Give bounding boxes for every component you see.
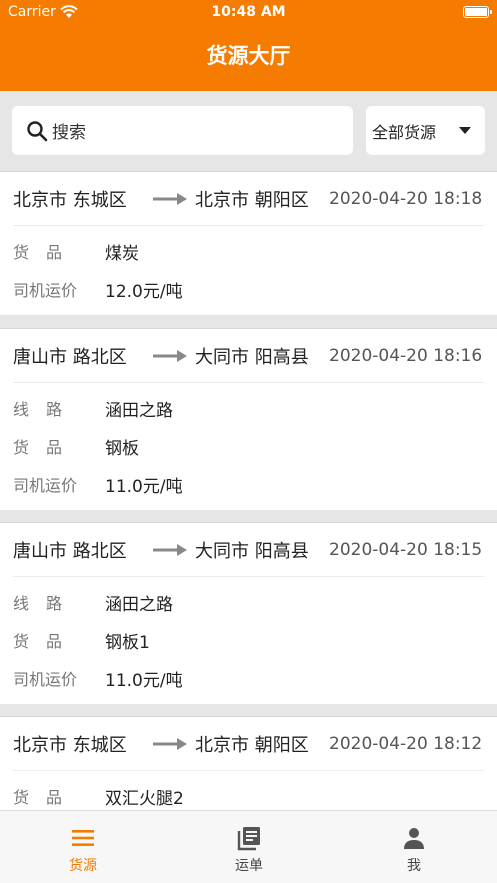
route-origin: 唐山市 路北区: [13, 347, 127, 368]
status-time: 10:48 AM: [211, 4, 286, 20]
info-row: 司机运价 12.0元/吨: [0, 270, 497, 308]
tab-label: 我: [407, 858, 421, 874]
tab-label: 运单: [235, 858, 263, 874]
row-label: 司机运价: [13, 281, 78, 300]
person-icon: [404, 828, 424, 849]
tab-label: 货源: [69, 858, 97, 874]
route-time: 2020-04-20 18:15: [329, 540, 483, 560]
tab-cargo[interactable]: 货源: [0, 811, 166, 883]
row-value: 11.0元/吨: [105, 670, 183, 691]
info-row: 货品 钢板: [0, 427, 497, 465]
route-header: 北京市 东城区 北京市 朝阳区 2020-04-20 18:18: [0, 172, 497, 226]
filter-selected-value: 全部货源: [372, 122, 437, 142]
route-destination: 北京市 朝阳区: [195, 735, 309, 756]
info-row: 线路 涵田之路: [0, 389, 497, 427]
row-label: 线路: [13, 594, 80, 613]
cargo-card[interactable]: 北京市 东城区 北京市 朝阳区 2020-04-20 18:18 货品 煤炭 司…: [0, 171, 497, 315]
row-value: 钢板: [105, 438, 139, 459]
info-row: 货品 钢板1: [0, 621, 497, 659]
status-bar: Carrier 10:48 AM: [0, 0, 497, 26]
row-label: 司机运价: [13, 670, 78, 689]
arrow-right-icon: [153, 738, 187, 750]
cargo-card[interactable]: 唐山市 路北区 大同市 阳高县 2020-04-20 18:15 线路 涵田之路…: [0, 522, 497, 704]
row-label: 货品: [13, 788, 80, 807]
route-time: 2020-04-20 18:18: [329, 189, 483, 209]
divider: [13, 576, 484, 577]
info-row: 货品 双汇火腿2: [0, 777, 497, 810]
caret-down-icon: [459, 127, 471, 134]
route-origin: 北京市 东城区: [13, 190, 127, 211]
source-filter-dropdown[interactable]: 全部货源: [366, 106, 485, 155]
cargo-card[interactable]: 北京市 东城区 北京市 朝阳区 2020-04-20 18:12 货品 双汇火腿…: [0, 716, 497, 810]
tab-me[interactable]: 我: [331, 811, 497, 883]
route-origin: 北京市 东城区: [13, 735, 127, 756]
row-value: 钢板1: [105, 632, 150, 653]
cargo-card[interactable]: 唐山市 路北区 大同市 阳高县 2020-04-20 18:16 线路 涵田之路…: [0, 328, 497, 510]
row-label: 货品: [13, 632, 80, 651]
arrow-right-icon: [153, 350, 187, 362]
row-value: 12.0元/吨: [105, 281, 183, 302]
info-row: 线路 涵田之路: [0, 583, 497, 621]
route-destination: 大同市 阳高县: [195, 347, 309, 368]
divider: [13, 770, 484, 771]
bottom-tab-bar: 货源 运单 我: [0, 810, 497, 883]
search-area: 搜索 全部货源: [0, 91, 497, 171]
route-header: 唐山市 路北区 大同市 阳高县 2020-04-20 18:16: [0, 329, 497, 383]
row-value: 涵田之路: [105, 594, 173, 615]
info-row: 司机运价 11.0元/吨: [0, 465, 497, 503]
divider: [13, 225, 484, 226]
route-destination: 北京市 朝阳区: [195, 190, 309, 211]
route-time: 2020-04-20 18:16: [329, 346, 483, 366]
row-value: 涵田之路: [105, 400, 173, 421]
info-row: 司机运价 11.0元/吨: [0, 659, 497, 697]
battery-icon: [463, 6, 492, 18]
app-header: Carrier 10:48 AM 货源大厅: [0, 0, 497, 91]
row-label: 货品: [13, 243, 80, 262]
arrow-right-icon: [153, 544, 187, 556]
page-title: 货源大厅: [206, 44, 291, 68]
search-input[interactable]: 搜索: [12, 106, 353, 155]
route-time: 2020-04-20 18:12: [329, 734, 483, 754]
row-value: 11.0元/吨: [105, 476, 183, 497]
arrow-right-icon: [153, 193, 187, 205]
route-header: 唐山市 路北区 大同市 阳高县 2020-04-20 18:15: [0, 523, 497, 577]
row-value: 煤炭: [105, 243, 139, 264]
row-label: 司机运价: [13, 476, 78, 495]
tab-waybill[interactable]: 运单: [166, 811, 332, 883]
menu-icon: [72, 830, 94, 846]
row-label: 线路: [13, 400, 80, 419]
divider: [13, 382, 484, 383]
route-origin: 唐山市 路北区: [13, 541, 127, 562]
waybill-icon: [237, 827, 260, 851]
search-icon: [27, 120, 48, 141]
row-value: 双汇火腿2: [105, 788, 184, 809]
info-row: 货品 煤炭: [0, 232, 497, 270]
route-destination: 大同市 阳高县: [195, 541, 309, 562]
route-header: 北京市 东城区 北京市 朝阳区 2020-04-20 18:12: [0, 717, 497, 771]
row-label: 货品: [13, 438, 80, 457]
search-placeholder: 搜索: [52, 123, 86, 143]
